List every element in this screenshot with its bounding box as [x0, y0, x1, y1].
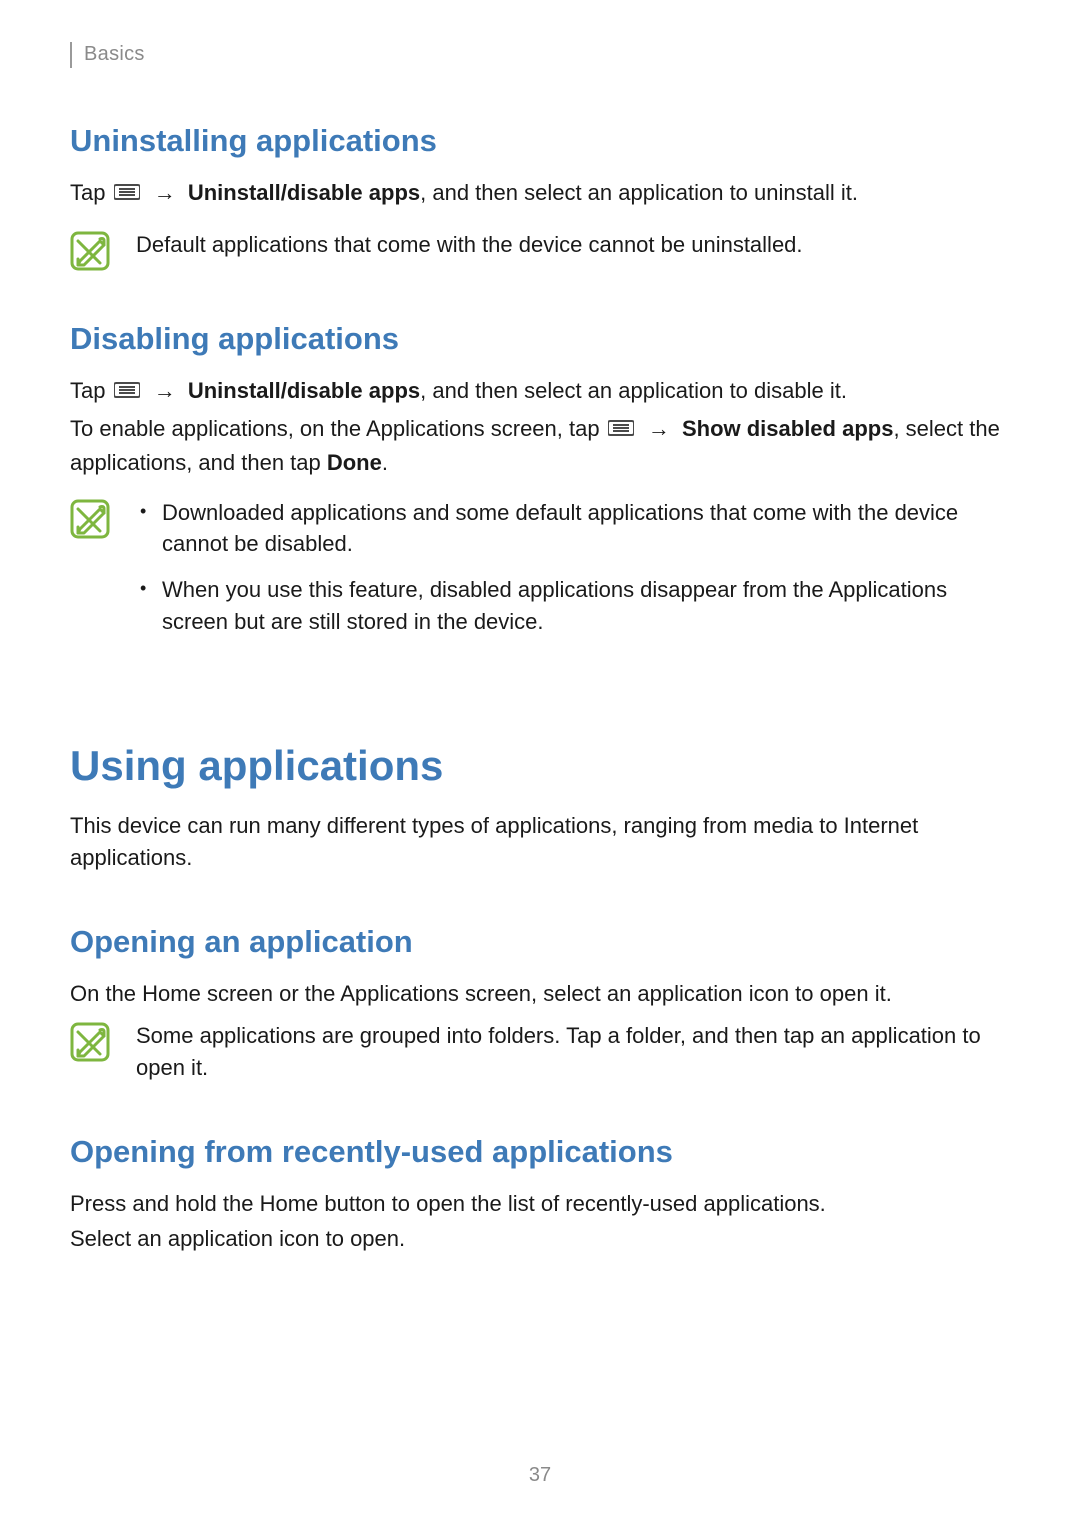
disabling-instruction-2: To enable applications, on the Applicati… [70, 413, 1010, 479]
text: Tap [70, 378, 112, 403]
uninstalling-instruction: Tap → Uninstall/disable apps, and then s… [70, 177, 1010, 211]
heading-opening: Opening an application [70, 924, 1010, 960]
arrow-icon: → [648, 416, 670, 441]
heading-using-applications: Using applications [70, 742, 1010, 790]
text-bold: Uninstall/disable apps [188, 180, 420, 205]
note-block: Downloaded applications and some default… [70, 497, 1010, 653]
heading-disabling: Disabling applications [70, 321, 1010, 357]
recent-p1: Press and hold the Home button to open t… [70, 1188, 1010, 1220]
using-intro: This device can run many different types… [70, 810, 1010, 874]
text: To enable applications, on the Applicati… [70, 416, 606, 441]
breadcrumb: Basics [84, 43, 145, 66]
note-icon [70, 231, 110, 271]
text-bold: Show disabled apps [682, 416, 893, 441]
disabling-instruction-1: Tap → Uninstall/disable apps, and then s… [70, 375, 1010, 409]
text-bold: Uninstall/disable apps [188, 378, 420, 403]
note-block: Default applications that come with the … [70, 229, 1010, 271]
menu-icon [608, 415, 634, 447]
page: Basics Uninstalling applications Tap → U… [0, 0, 1080, 1527]
menu-icon [114, 377, 140, 409]
arrow-icon: → [154, 180, 176, 205]
note-text: Default applications that come with the … [136, 229, 1010, 261]
note-block: Some applications are grouped into folde… [70, 1020, 1010, 1084]
text: , and then select an application to disa… [420, 378, 847, 403]
heading-uninstalling: Uninstalling applications [70, 123, 1010, 159]
text-bold: Done [327, 450, 382, 475]
text: . [382, 450, 388, 475]
note-bullet: Downloaded applications and some default… [136, 497, 1010, 561]
heading-recent: Opening from recently-used applications [70, 1134, 1010, 1170]
text: , and then select an application to unin… [420, 180, 858, 205]
recent-p2: Select an application icon to open. [70, 1223, 1010, 1255]
opening-p1: On the Home screen or the Applications s… [70, 978, 1010, 1010]
header: Basics [70, 40, 1010, 68]
arrow-icon: → [154, 378, 176, 403]
note-bullet: When you use this feature, disabled appl… [136, 574, 1010, 638]
text: Tap [70, 180, 112, 205]
note-bullet-list: Downloaded applications and some default… [136, 497, 1010, 639]
note-body: Downloaded applications and some default… [136, 497, 1010, 653]
note-text: Some applications are grouped into folde… [136, 1020, 1010, 1084]
page-number: 37 [0, 1464, 1080, 1487]
note-icon [70, 499, 110, 539]
menu-icon [114, 179, 140, 211]
note-icon [70, 1022, 110, 1062]
